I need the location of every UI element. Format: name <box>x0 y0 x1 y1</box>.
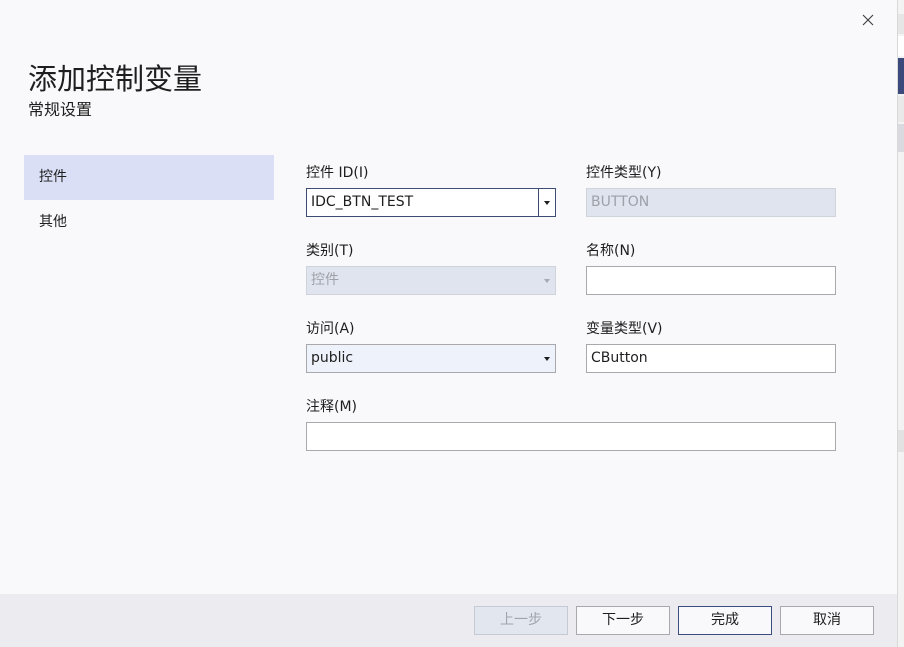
variable-type-label: 变量类型(V) <box>586 321 663 337</box>
control-id-label: 控件 ID(I) <box>306 165 369 181</box>
background-fragment <box>898 58 904 94</box>
nav-item-other[interactable]: 其他 <box>24 200 274 245</box>
control-type-field: BUTTON <box>586 188 836 217</box>
next-button[interactable]: 下一步 <box>576 606 670 635</box>
chevron-down-icon <box>544 200 550 205</box>
background-fragment <box>898 36 904 56</box>
category-value: 控件 <box>311 272 339 288</box>
control-id-value: IDC_BTN_TEST <box>311 194 414 210</box>
access-value: public <box>311 350 354 366</box>
category-dropdown-button <box>539 267 555 294</box>
access-dropdown-button[interactable] <box>539 345 555 372</box>
background-fragment <box>898 430 904 452</box>
comment-label: 注释(M) <box>306 399 358 415</box>
nav-list: 控件 其他 <box>24 155 274 245</box>
control-type-label: 控件类型(Y) <box>586 165 662 181</box>
name-label: 名称(N) <box>586 243 636 259</box>
category-label: 类别(T) <box>306 243 354 259</box>
background-fragment <box>898 124 904 152</box>
control-type-value: BUTTON <box>591 194 650 210</box>
background-fragment <box>898 96 904 122</box>
add-control-variable-dialog: 添加控制变量 常规设置 控件 其他 控件 ID(I) IDC_BTN_TEST … <box>0 0 897 647</box>
close-button[interactable] <box>856 8 880 32</box>
variable-type-input[interactable]: CButton <box>586 344 836 373</box>
control-id-dropdown-button[interactable] <box>538 189 555 216</box>
background-fragment <box>898 14 904 34</box>
category-combobox: 控件 <box>306 266 556 295</box>
access-combobox[interactable]: public <box>306 344 556 373</box>
prev-button[interactable]: 上一步 <box>474 606 568 635</box>
comment-input[interactable] <box>306 422 836 451</box>
chevron-down-icon <box>544 356 550 361</box>
nav-item-controls[interactable]: 控件 <box>24 155 274 200</box>
variable-type-value: CButton <box>591 350 648 366</box>
control-id-combobox[interactable]: IDC_BTN_TEST <box>306 188 556 217</box>
finish-button[interactable]: 完成 <box>678 606 772 635</box>
close-icon <box>862 14 874 26</box>
name-input[interactable] <box>586 266 836 295</box>
chevron-down-icon <box>544 278 550 283</box>
background-window-edge <box>897 0 904 647</box>
cancel-button[interactable]: 取消 <box>780 606 874 635</box>
dialog-title: 添加控制变量 <box>28 62 203 96</box>
dialog-subtitle: 常规设置 <box>28 100 93 119</box>
access-label: 访问(A) <box>306 321 355 337</box>
